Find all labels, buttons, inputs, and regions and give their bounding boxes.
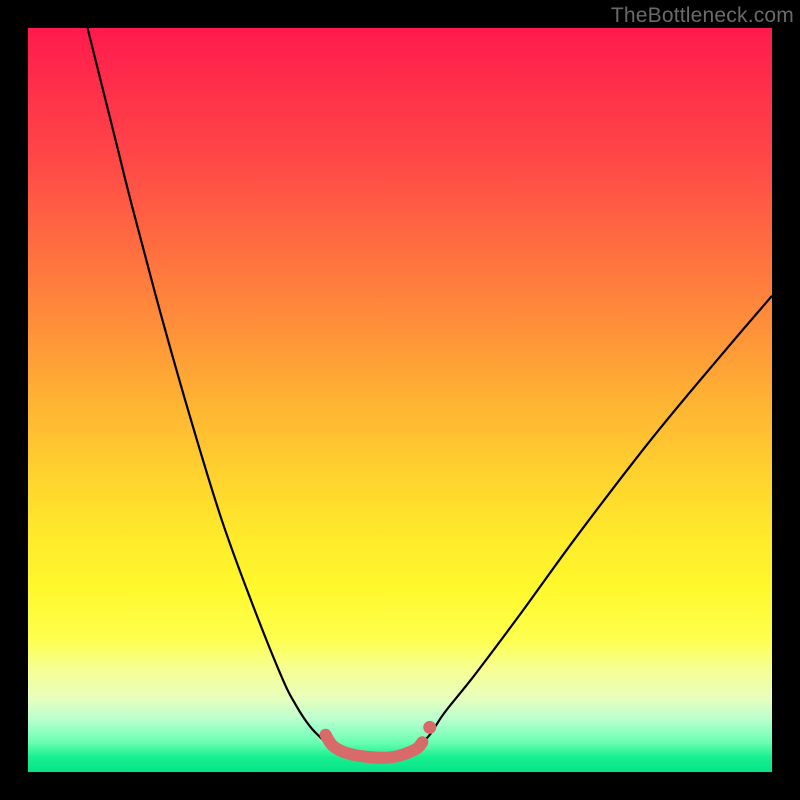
chart-frame: TheBottleneck.com <box>0 0 800 800</box>
watermark-text: TheBottleneck.com <box>611 4 794 28</box>
curve-svg <box>28 28 772 772</box>
plot-area <box>28 28 772 772</box>
curve-left-branch <box>88 28 334 750</box>
highlighted-dot <box>423 721 436 734</box>
highlighted-segment <box>326 735 423 758</box>
curve-right-branch <box>415 296 772 750</box>
